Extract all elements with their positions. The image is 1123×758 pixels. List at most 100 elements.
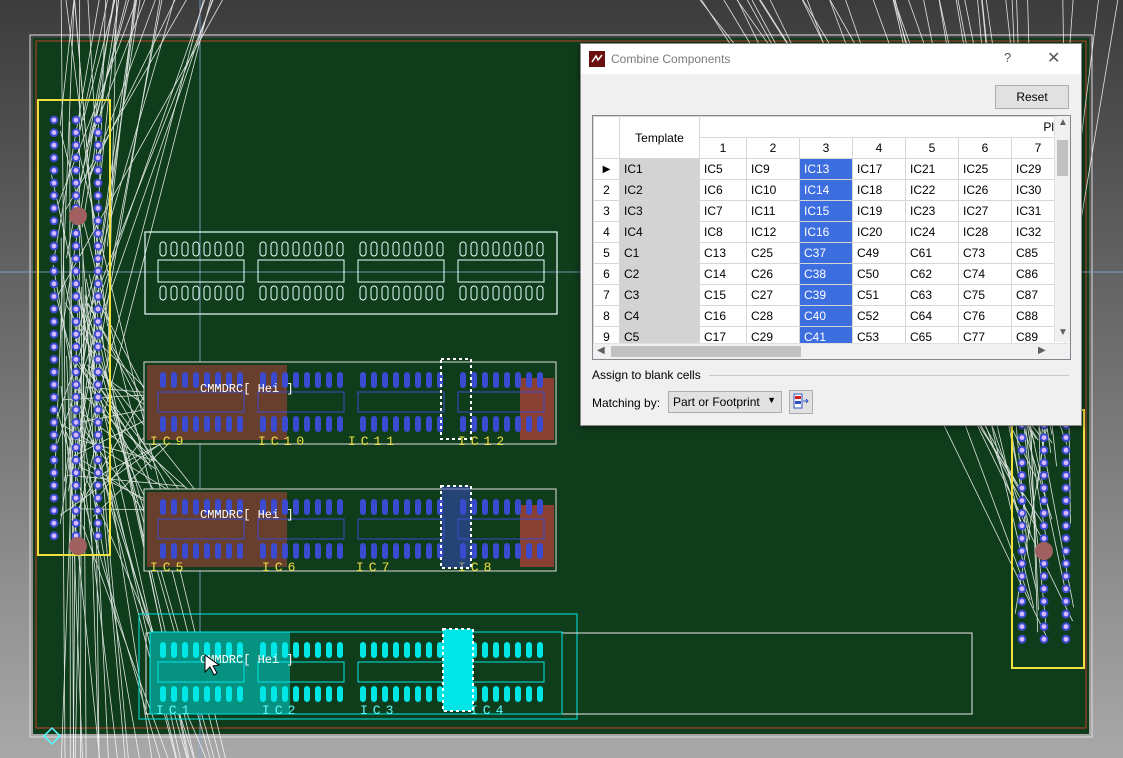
row-header[interactable]: 5	[593, 242, 620, 264]
matching-by-dropdown[interactable]: Part or Footprint ▼	[668, 391, 782, 413]
grid-cell[interactable]: IC16	[799, 221, 853, 243]
grid-cell[interactable]: IC5	[699, 158, 747, 180]
grid-cell[interactable]: C62	[905, 263, 959, 285]
grid-horizontal-scroll-thumb[interactable]	[611, 346, 801, 357]
grid-cell[interactable]: IC6	[699, 179, 747, 201]
connector-pin	[93, 329, 103, 339]
grid-cell[interactable]: IC7	[699, 200, 747, 222]
column-header[interactable]: 3	[799, 137, 853, 159]
grid-cell[interactable]: IC21	[905, 158, 959, 180]
grid-cell[interactable]: IC9	[746, 158, 800, 180]
grid-cell[interactable]: IC19	[852, 200, 906, 222]
grid-cell[interactable]: C16	[699, 305, 747, 327]
grid-cell[interactable]: C14	[699, 263, 747, 285]
template-cell[interactable]: IC1	[619, 158, 700, 180]
grid-cell[interactable]: IC27	[958, 200, 1012, 222]
grid-cell[interactable]: C74	[958, 263, 1012, 285]
grid-vertical-scroll-thumb[interactable]	[1057, 140, 1068, 176]
template-cell[interactable]: C1	[619, 242, 700, 264]
grid-row[interactable]: 4 IC4 IC8 IC12 IC16 IC20 IC24 IC28 IC32	[593, 221, 1065, 243]
grid-horizontal-scrollbar[interactable]: ◀ ▶	[593, 343, 1070, 359]
row-header[interactable]: 3	[593, 200, 620, 222]
component-grid[interactable]: Template Pl 1234567 ▶ IC1 IC5 IC9 IC13 IC17 IC…	[592, 115, 1071, 360]
dialog-titlebar[interactable]: Combine Components ? ✕	[581, 44, 1081, 74]
column-header[interactable]: 2	[746, 137, 800, 159]
grid-cell[interactable]: C15	[699, 284, 747, 306]
grid-cell[interactable]: IC22	[905, 179, 959, 201]
connector-pin	[93, 430, 103, 440]
ic-pad	[360, 372, 366, 388]
scroll-right-icon[interactable]: ▶	[1038, 346, 1046, 356]
grid-cell[interactable]: IC23	[905, 200, 959, 222]
row-header[interactable]: ▶	[593, 158, 620, 180]
grid-row[interactable]: 3 IC3 IC7 IC11 IC15 IC19 IC23 IC27 IC31	[593, 200, 1065, 222]
grid-cell[interactable]: C38	[799, 263, 853, 285]
template-cell[interactable]: C2	[619, 263, 700, 285]
grid-cell[interactable]: C27	[746, 284, 800, 306]
grid-cell[interactable]: C37	[799, 242, 853, 264]
grid-cell[interactable]: C61	[905, 242, 959, 264]
grid-cell[interactable]: C28	[746, 305, 800, 327]
combine-components-dialog[interactable]: Combine Components ? ✕ Reset Template Pl…	[580, 43, 1082, 426]
grid-cell[interactable]: C73	[958, 242, 1012, 264]
grid-cell[interactable]: C26	[746, 263, 800, 285]
grid-row[interactable]: 6 C2 C14 C26 C38 C50 C62 C74 C86	[593, 263, 1065, 285]
row-header[interactable]: 6	[593, 263, 620, 285]
template-cell[interactable]: C4	[619, 305, 700, 327]
grid-cell[interactable]: IC15	[799, 200, 853, 222]
grid-cell[interactable]: IC28	[958, 221, 1012, 243]
grid-cell[interactable]: IC18	[852, 179, 906, 201]
grid-cell[interactable]: IC12	[746, 221, 800, 243]
grid-cell[interactable]: IC20	[852, 221, 906, 243]
grid-cell[interactable]: IC10	[746, 179, 800, 201]
grid-cell[interactable]: IC26	[958, 179, 1012, 201]
grid-cell[interactable]: C25	[746, 242, 800, 264]
row-header[interactable]: 7	[593, 284, 620, 306]
close-button[interactable]: ✕	[1047, 48, 1060, 68]
grid-cell[interactable]: C50	[852, 263, 906, 285]
template-cell[interactable]: IC3	[619, 200, 700, 222]
grid-cell[interactable]: C39	[799, 284, 853, 306]
scroll-down-icon[interactable]: ▼	[1058, 328, 1068, 338]
grid-cell[interactable]: C51	[852, 284, 906, 306]
connector-pin	[93, 367, 103, 377]
grid-cell[interactable]: IC8	[699, 221, 747, 243]
template-cell[interactable]: IC4	[619, 221, 700, 243]
connector-pin	[1017, 521, 1027, 531]
grid-row[interactable]: 2 IC2 IC6 IC10 IC14 IC18 IC22 IC26 IC30	[593, 179, 1065, 201]
scroll-up-icon[interactable]: ▲	[1058, 118, 1068, 128]
row-header[interactable]: 2	[593, 179, 620, 201]
grid-cell[interactable]: C49	[852, 242, 906, 264]
column-header[interactable]: 5	[905, 137, 959, 159]
column-header[interactable]: 1	[699, 137, 747, 159]
column-header[interactable]: 4	[852, 137, 906, 159]
grid-cell[interactable]: C52	[852, 305, 906, 327]
header-template[interactable]: Template	[619, 116, 700, 159]
grid-cell[interactable]: IC17	[852, 158, 906, 180]
template-cell[interactable]: C3	[619, 284, 700, 306]
grid-cell[interactable]: C13	[699, 242, 747, 264]
grid-vertical-scrollbar[interactable]: ▲ ▼	[1054, 116, 1070, 342]
grid-cell[interactable]: IC13	[799, 158, 853, 180]
grid-cell[interactable]: IC24	[905, 221, 959, 243]
column-header[interactable]: 6	[958, 137, 1012, 159]
grid-row[interactable]: 5 C1 C13 C25 C37 C49 C61 C73 C85	[593, 242, 1065, 264]
grid-cell[interactable]: IC11	[746, 200, 800, 222]
grid-cell[interactable]: C63	[905, 284, 959, 306]
row-header[interactable]: 4	[593, 221, 620, 243]
grid-row[interactable]: ▶ IC1 IC5 IC9 IC13 IC17 IC21 IC25 IC29	[593, 158, 1065, 180]
reset-button[interactable]: Reset	[995, 85, 1069, 109]
template-cell[interactable]: IC2	[619, 179, 700, 201]
grid-row[interactable]: 7 C3 C15 C27 C39 C51 C63 C75 C87	[593, 284, 1065, 306]
help-button[interactable]: ?	[1004, 50, 1011, 65]
row-header[interactable]: 8	[593, 305, 620, 327]
scroll-left-icon[interactable]: ◀	[597, 346, 605, 356]
grid-row[interactable]: 8 C4 C16 C28 C40 C52 C64 C76 C88	[593, 305, 1065, 327]
grid-cell[interactable]: C75	[958, 284, 1012, 306]
grid-cell[interactable]: IC25	[958, 158, 1012, 180]
grid-cell[interactable]: C64	[905, 305, 959, 327]
grid-cell[interactable]: C76	[958, 305, 1012, 327]
grid-cell[interactable]: C40	[799, 305, 853, 327]
assign-matching-button[interactable]	[789, 390, 813, 414]
grid-cell[interactable]: IC14	[799, 179, 853, 201]
